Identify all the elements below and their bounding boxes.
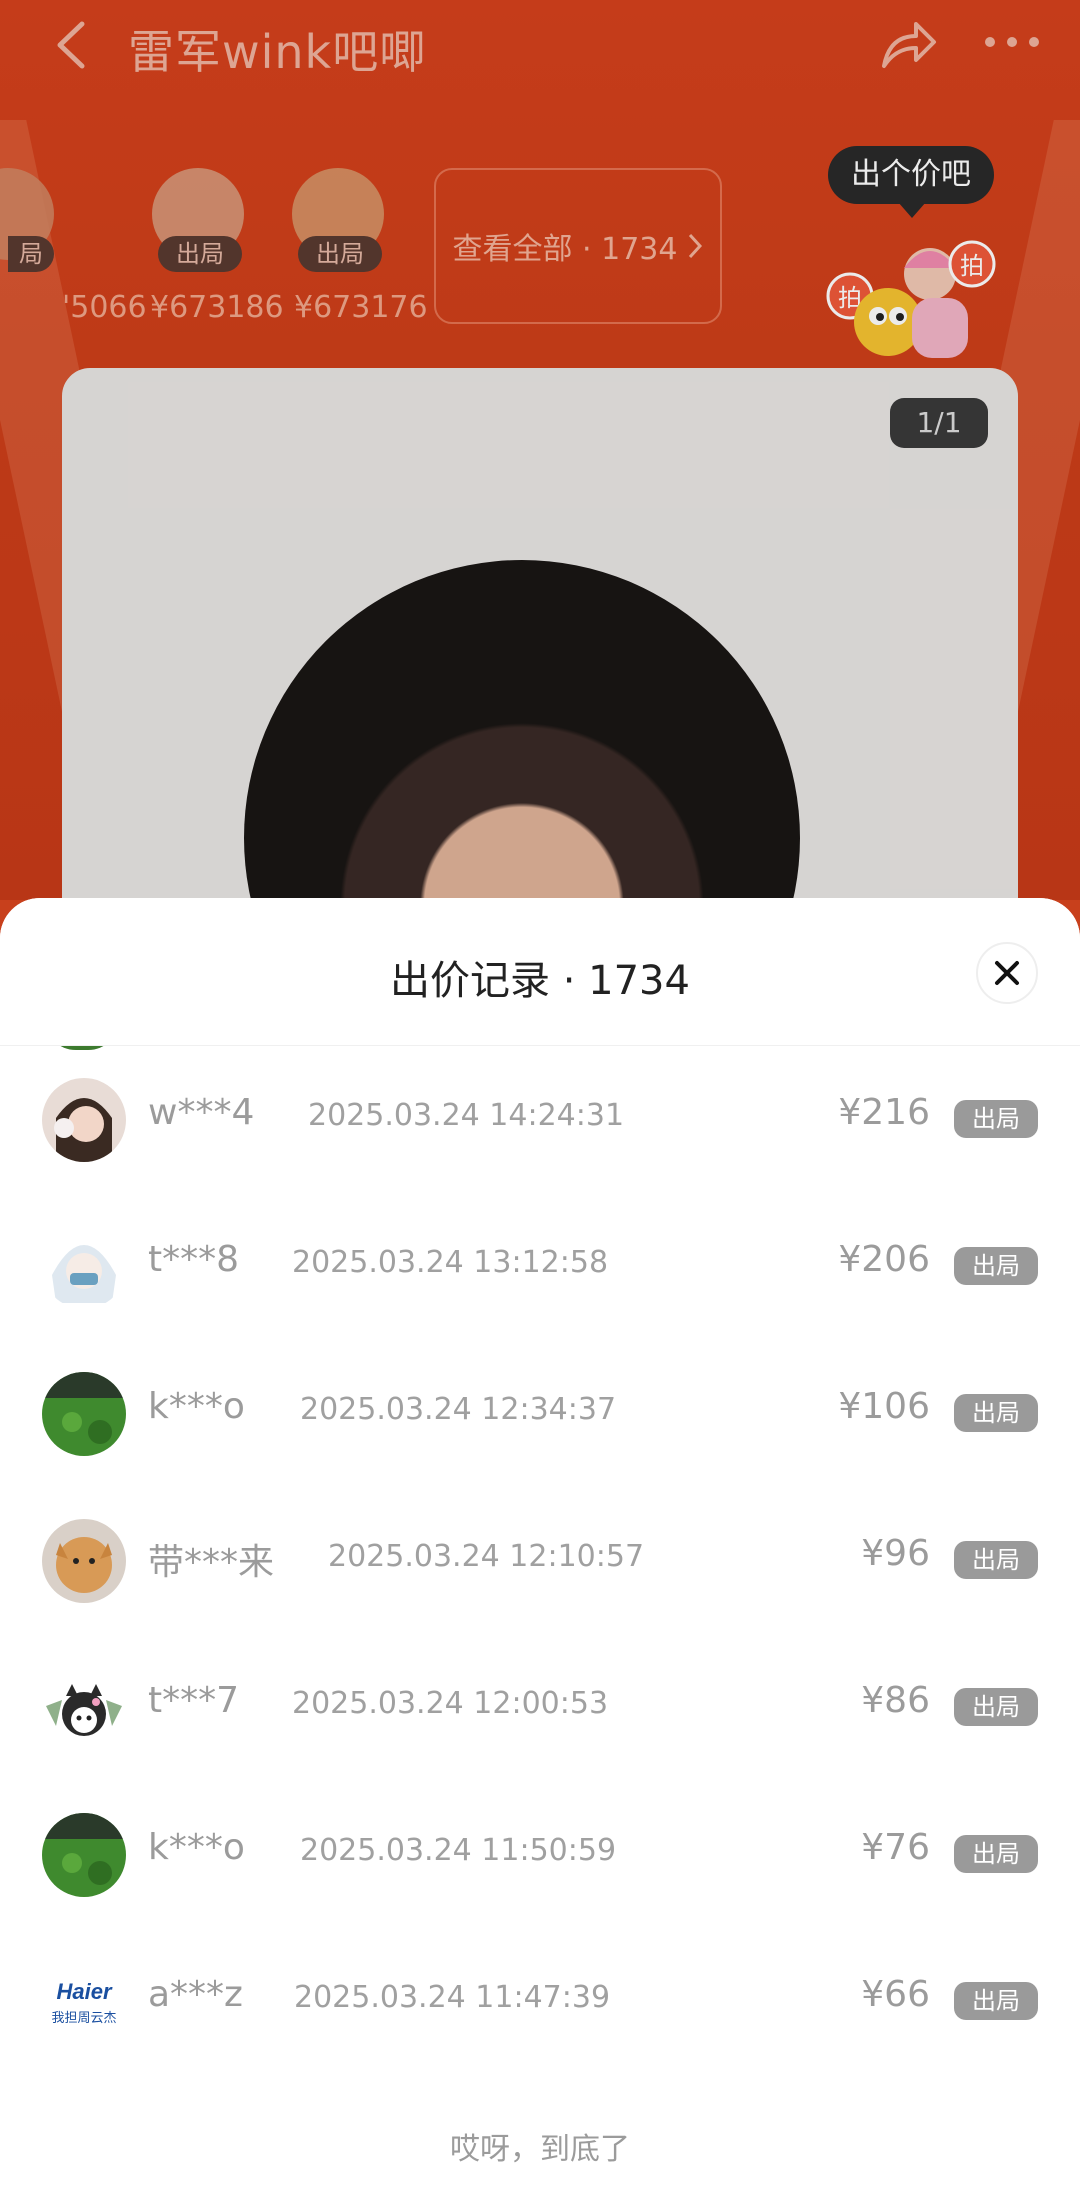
bid-time: 2025.03.24 12:10:57 (328, 1539, 645, 1574)
avatar (42, 1666, 126, 1750)
bid-time: 2025.03.24 14:24:31 (308, 1098, 625, 1133)
status-badge: 出局 (954, 1247, 1038, 1285)
avatar (42, 1813, 126, 1897)
overlay-dim (0, 0, 1080, 900)
bid-row[interactable]: t***7 2025.03.24 12:00:53 ¥86 出局 (0, 1636, 1080, 1784)
haier-brand: Haier (56, 1978, 112, 2004)
avatar (42, 1225, 126, 1309)
haier-slogan: 我担周云杰 (51, 2010, 117, 2026)
status-badge: 出局 (954, 1394, 1038, 1432)
avatar (42, 1519, 126, 1603)
bid-price: ¥206 (838, 1239, 930, 1280)
bid-row[interactable]: Haier 我担周云杰 a***z 2025.03.24 11:47:39 ¥6… (0, 1930, 1080, 2078)
avatar (42, 1078, 126, 1162)
bidder-name: k***o (148, 1386, 245, 1427)
bid-row[interactable]: k***o 2025.03.24 12:34:37 ¥106 出局 (0, 1342, 1080, 1490)
bid-price: ¥96 (861, 1533, 930, 1574)
bidder-name: 带***来 (148, 1542, 275, 1583)
bidder-name: k***o (148, 1827, 245, 1868)
close-button[interactable] (976, 942, 1038, 1004)
haier-logo: Haier 我担周云杰 (42, 1960, 126, 2044)
bid-price: ¥216 (838, 1092, 930, 1133)
avatar (42, 1372, 126, 1456)
bid-row[interactable]: k***o 2025.03.24 11:50:59 ¥76 出局 (0, 1783, 1080, 1931)
sheet-title: 出价记录 · 1734 (390, 958, 690, 1004)
bid-row[interactable]: 带***来 2025.03.24 12:10:57 ¥96 出局 (0, 1489, 1080, 1637)
close-icon (995, 961, 1019, 985)
sheet-header: 出价记录 · 1734 (0, 898, 1080, 1046)
bidder-name: a***z (148, 1974, 243, 2015)
bidder-name: t***8 (148, 1239, 240, 1280)
bid-price: ¥76 (861, 1827, 930, 1868)
bid-price: ¥86 (861, 1680, 930, 1721)
status-badge: 出局 (954, 1100, 1038, 1138)
bidder-name: w***4 (148, 1092, 255, 1133)
bid-history-sheet: 出价记录 · 1734 w***4 2025.03.24 14:24:31 ¥2… (0, 898, 1080, 2207)
status-badge: 出局 (954, 1835, 1038, 1873)
status-badge: 出局 (954, 1982, 1038, 2020)
bid-time: 2025.03.24 12:34:37 (300, 1392, 617, 1427)
bid-time: 2025.03.24 11:50:59 (300, 1833, 617, 1868)
bidder-name: t***7 (148, 1680, 240, 1721)
bid-row[interactable]: t***8 2025.03.24 13:12:58 ¥206 出局 (0, 1195, 1080, 1343)
bid-time: 2025.03.24 13:12:58 (292, 1245, 609, 1280)
bid-price: ¥106 (838, 1386, 930, 1427)
bid-row[interactable]: w***4 2025.03.24 14:24:31 ¥216 出局 (0, 1048, 1080, 1196)
bid-time: 2025.03.24 11:47:39 (294, 1980, 611, 2015)
status-badge: 出局 (954, 1541, 1038, 1579)
background-page: 雷军wink吧唧 局 '5066 出局 ¥673186 出局 ¥673176 查… (0, 0, 1080, 968)
bid-price: ¥66 (861, 1974, 930, 2015)
status-badge: 出局 (954, 1688, 1038, 1726)
bid-time: 2025.03.24 12:00:53 (292, 1686, 609, 1721)
end-of-list-note: 哎呀，到底了 (450, 2132, 630, 2167)
